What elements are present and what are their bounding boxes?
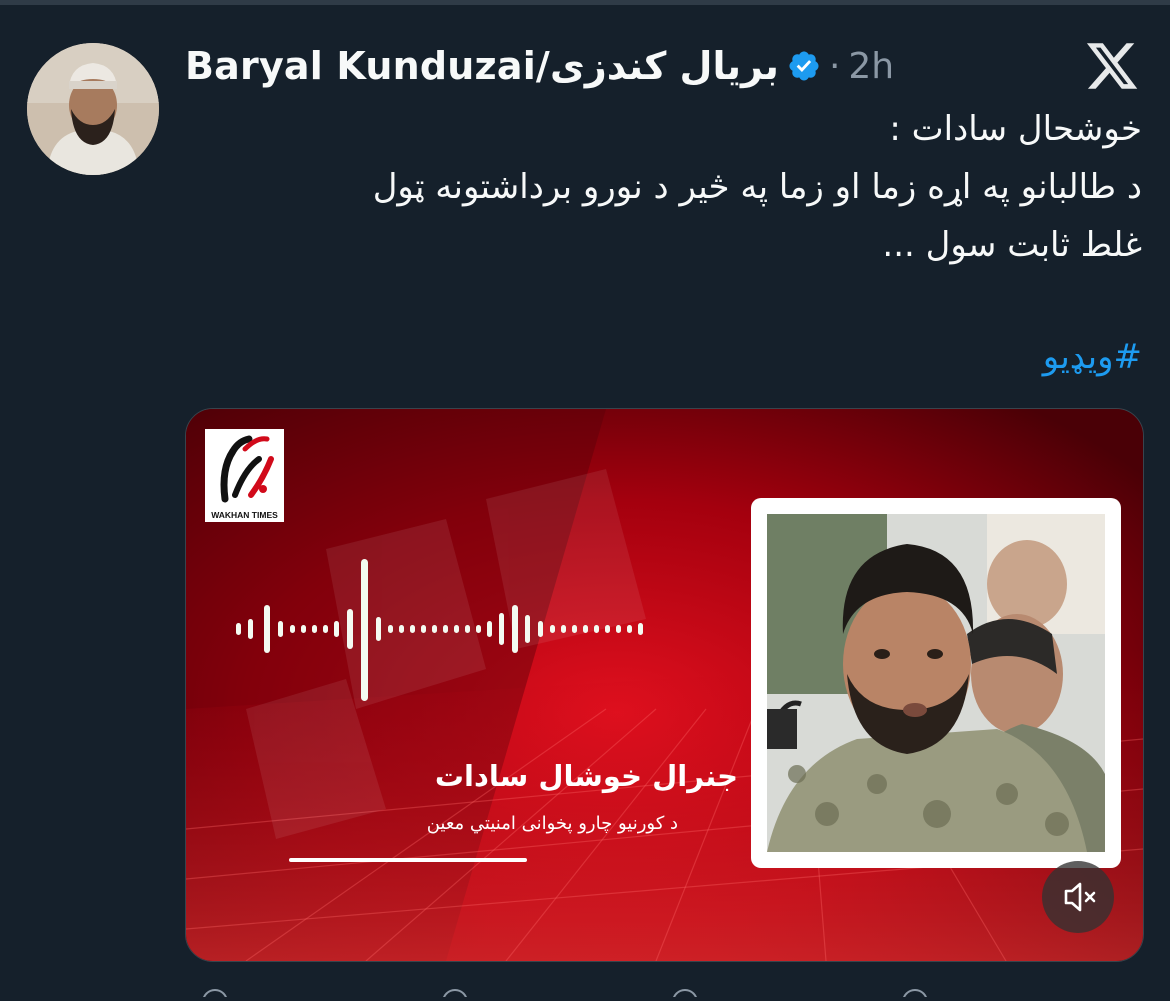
caption-title: جنرال خوشال سادات <box>434 759 738 793</box>
tweet-text-line: د طالبانو په اړه زما او زما په څیر د نور… <box>372 167 1142 207</box>
speaker-photo-frame <box>751 498 1121 868</box>
tweet-text-line: خوشحال سادات : <box>889 109 1142 149</box>
top-divider <box>0 0 1170 5</box>
caption-subtitle: د کورنیو چارو پخوانی امنیتي معین <box>426 813 678 834</box>
verified-badge-icon <box>787 49 821 83</box>
tweet-actions-peek <box>185 982 1170 1001</box>
header-separator: · <box>828 45 841 87</box>
caption-underline <box>289 858 527 862</box>
wakhan-logo-mark <box>220 435 274 503</box>
tweet-text: خوشحال سادات : د طالبانو په اړه زما او ز… <box>212 100 1142 274</box>
tweet-header: Baryal Kunduzai/بریال کندزی · 2h <box>185 40 894 92</box>
author-name[interactable]: Baryal Kunduzai/بریال کندزی <box>185 44 779 88</box>
volume-muted-icon <box>1064 882 1096 912</box>
wakhan-times-logo: WAKHAN TIMES <box>205 429 284 522</box>
logo-caption: WAKHAN TIMES <box>211 510 278 520</box>
tweet-timestamp[interactable]: 2h <box>848 46 894 87</box>
volume-muted-button[interactable] <box>1042 861 1114 933</box>
speaker-photo <box>767 514 1105 852</box>
hashtag-link[interactable]: #ویډیو <box>1043 332 1142 382</box>
tweet-text-line: غلط ثابت سول ... <box>882 225 1142 265</box>
video-player[interactable]: WAKHAN TIMES جنرال خوشال سادات د کورنیو … <box>185 408 1144 962</box>
x-logo-icon <box>1084 38 1140 94</box>
author-avatar[interactable] <box>27 43 159 175</box>
